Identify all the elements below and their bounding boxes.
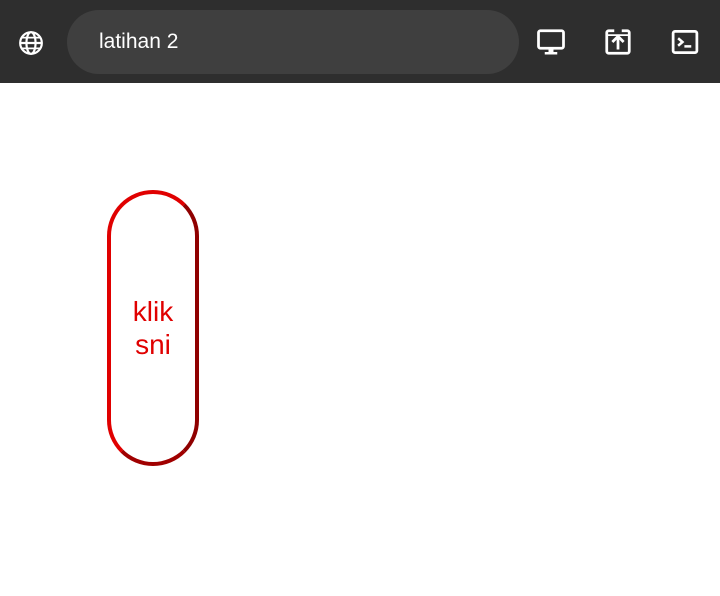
address-bar[interactable]: latihan 2 (67, 10, 519, 74)
page-content: klik sni (0, 83, 720, 596)
desktop-icon[interactable] (535, 26, 567, 58)
button-label: klik sni (132, 296, 174, 360)
open-in-new-icon[interactable] (602, 26, 634, 58)
address-text: latihan 2 (99, 30, 179, 53)
browser-toolbar: latihan 2 (0, 0, 720, 83)
klik-sni-button[interactable]: klik sni (107, 190, 199, 466)
globe-icon[interactable] (16, 28, 46, 58)
terminal-icon[interactable] (669, 26, 701, 58)
